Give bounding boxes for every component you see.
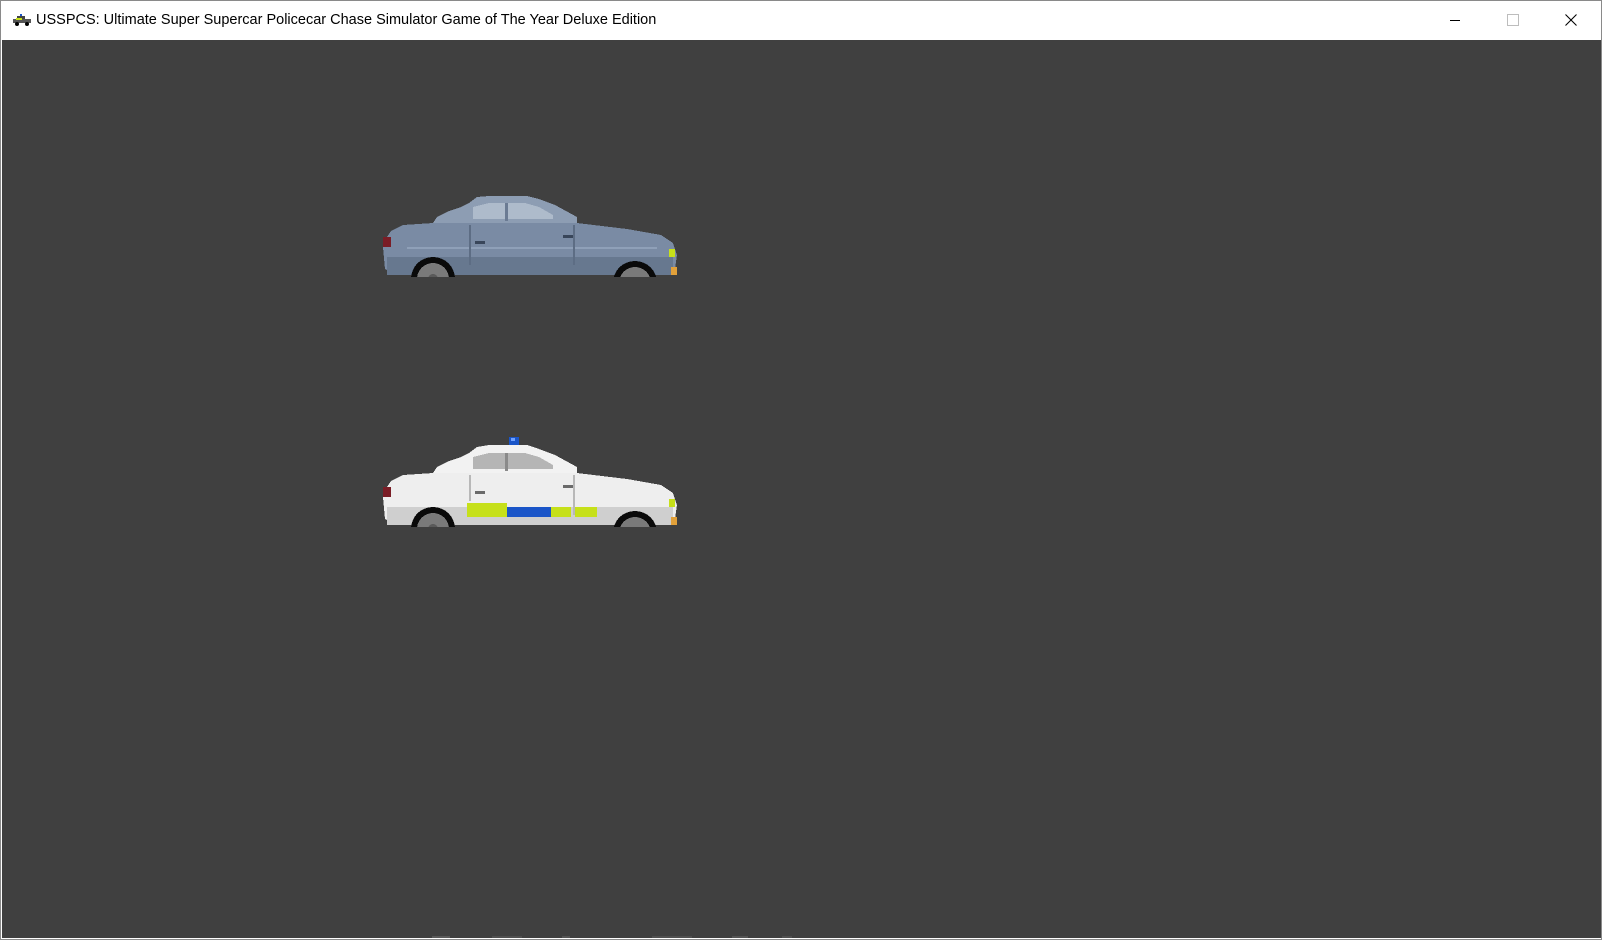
render-artifact — [432, 936, 792, 938]
police-car-sprite — [383, 437, 677, 527]
title-bar[interactable]: USSPCS: Ultimate Super Supercar Policeca… — [1, 1, 1601, 39]
maximize-icon — [1507, 14, 1519, 26]
close-icon — [1565, 14, 1577, 26]
civilian-car-sprite — [383, 196, 677, 277]
police-car-icon — [13, 14, 31, 26]
game-canvas[interactable] — [2, 40, 1601, 938]
close-button[interactable] — [1542, 1, 1600, 39]
window-title: USSPCS: Ultimate Super Supercar Policeca… — [36, 12, 657, 28]
minimize-icon — [1450, 20, 1460, 21]
maximize-button[interactable] — [1484, 1, 1542, 39]
game-window: USSPCS: Ultimate Super Supercar Policeca… — [0, 0, 1602, 940]
minimize-button[interactable] — [1426, 1, 1484, 39]
